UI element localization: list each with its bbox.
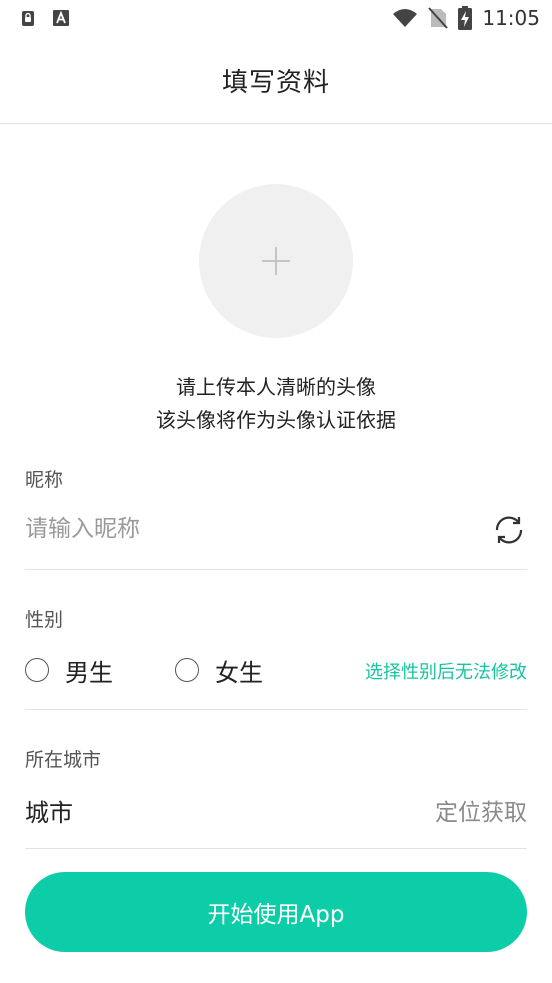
page-title: 填写资料 (221, 68, 330, 98)
avatar-hint-line-2: 该头像将作为头像认证依据 (156, 408, 396, 432)
status-time: 11:05 (482, 6, 540, 30)
status-right-icons: 11:05 (392, 6, 540, 30)
avatar-hint-line-1: 请上传本人清晰的头像 (176, 375, 376, 399)
city-section-label: 所在城市 (25, 749, 102, 771)
gender-option-male-label: 男生 (65, 658, 113, 687)
title-bar: 填写资料 (0, 38, 552, 124)
gender-option-female[interactable]: 女生 (175, 654, 263, 687)
start-using-app-button[interactable]: 开始使用App (25, 872, 527, 952)
gender-option-male[interactable]: 男生 (25, 654, 113, 687)
gender-note: 选择性别后无法修改 (365, 662, 527, 683)
avatar-upload-button[interactable] (199, 184, 353, 338)
divider-city (25, 848, 527, 849)
a-badge-icon (53, 10, 69, 26)
no-sim-icon (428, 7, 449, 29)
nickname-label: 昵称 (25, 469, 64, 491)
radio-circle-male[interactable] (25, 658, 49, 682)
city-field-label: 城市 (25, 799, 73, 827)
status-bar: 11:05 (0, 0, 552, 38)
gender-option-female-label: 女生 (215, 658, 263, 687)
locate-city-button[interactable]: 定位获取 (435, 793, 527, 827)
battery-charging-icon (458, 6, 473, 30)
status-left-icons (20, 9, 70, 27)
refresh-icon[interactable] (492, 513, 526, 547)
divider-nickname (25, 569, 527, 570)
wifi-icon (393, 9, 418, 27)
nickname-input[interactable] (25, 509, 465, 549)
divider-gender (25, 709, 527, 710)
radio-circle-female[interactable] (175, 658, 199, 682)
lock-badge-icon (22, 11, 34, 26)
gender-label: 性别 (25, 609, 64, 631)
plus-icon (262, 247, 290, 275)
